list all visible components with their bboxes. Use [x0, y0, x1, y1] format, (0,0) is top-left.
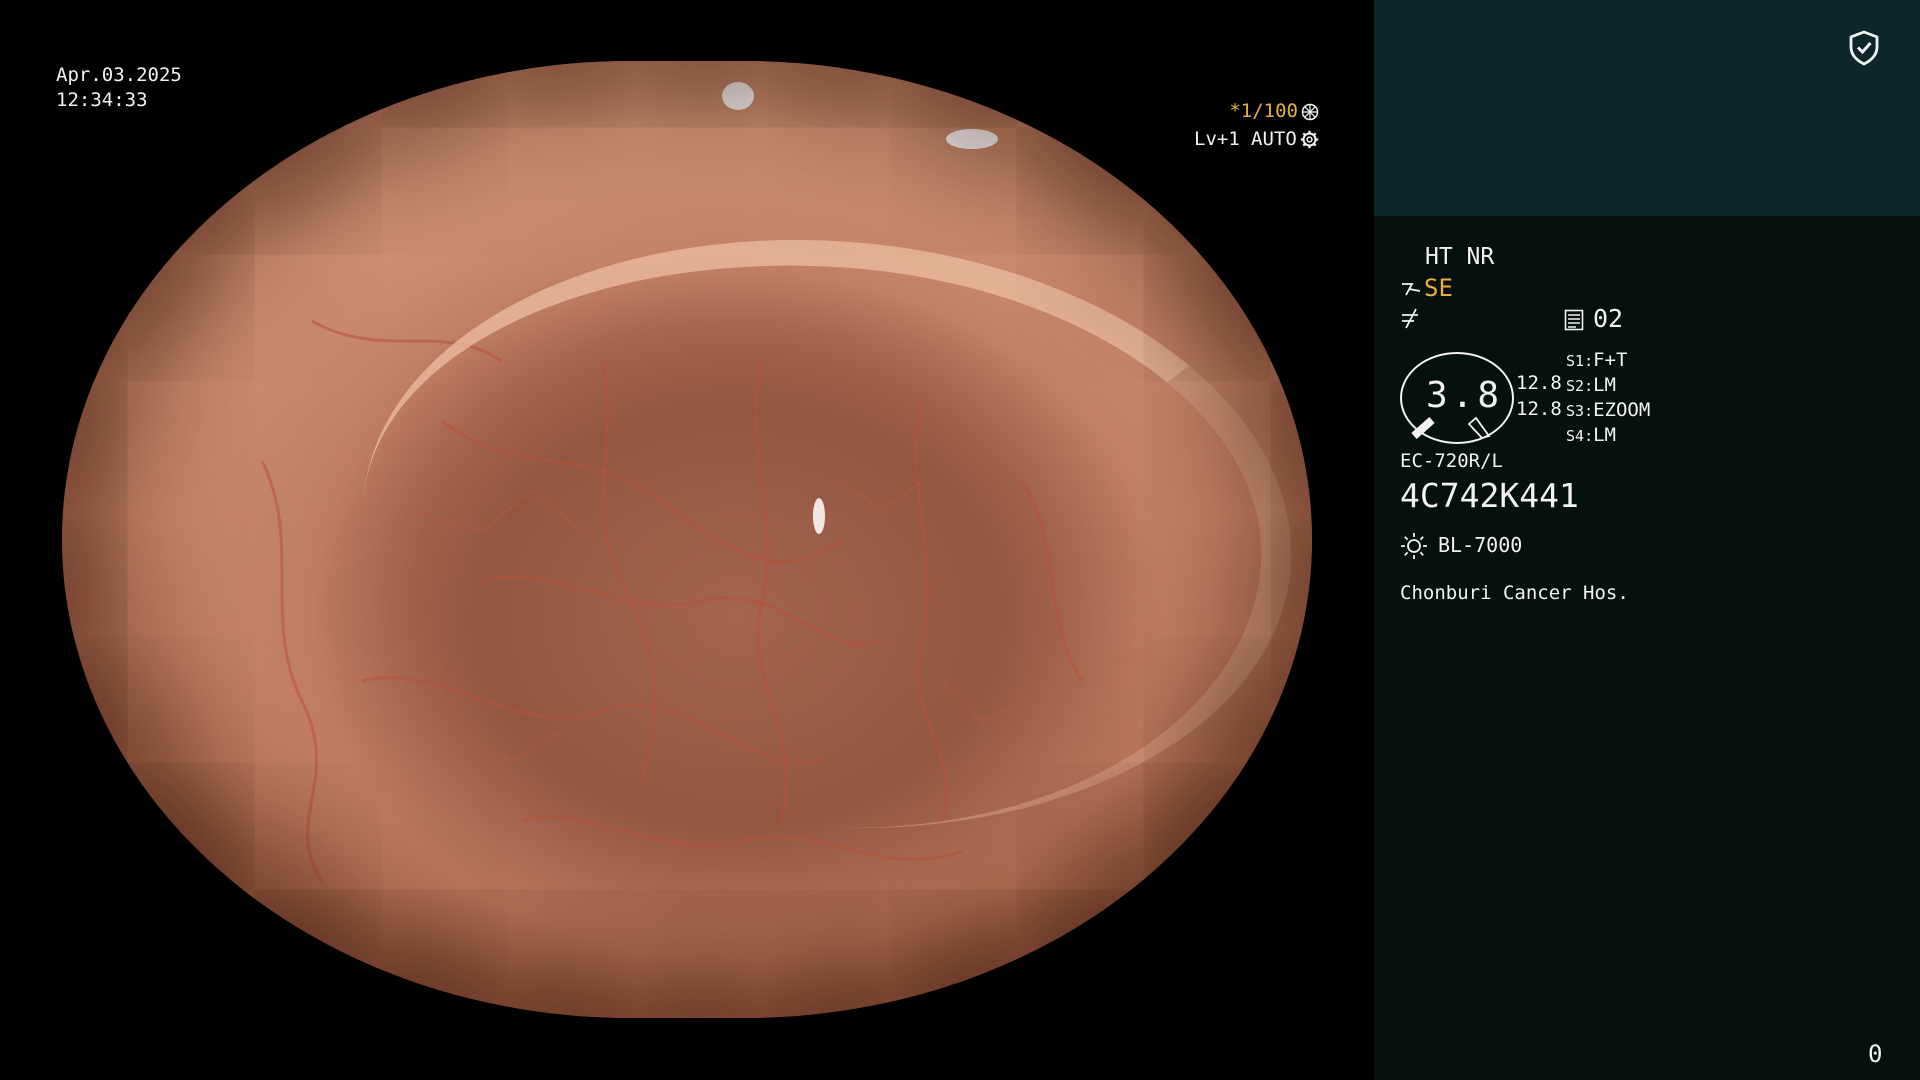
switch-key: S3 [1566, 402, 1585, 420]
switch-key: S4 [1566, 427, 1585, 445]
exam-time: 12:34:33 [56, 89, 148, 111]
switch-row-4: S4:LM [1566, 424, 1616, 446]
gear-icon [1300, 130, 1319, 149]
switch-key: S1 [1566, 352, 1585, 370]
switch-row-2: S2:LM [1566, 374, 1616, 396]
info-panel: HT NR SE 02 3.8 12.8 12.8 S1:F+T S2:LM S… [1374, 0, 1920, 1080]
ht-nr-label: HT NR [1425, 244, 1495, 270]
image-vignette [62, 61, 1312, 1018]
sun-icon [1401, 533, 1427, 559]
switch-row-3: S3:EZOOM [1566, 399, 1651, 421]
color-mode-icon [1402, 308, 1418, 329]
aperture-icon [1301, 103, 1319, 121]
switch-value: LM [1593, 424, 1616, 446]
switch-value: EZOOM [1593, 399, 1651, 421]
probe-icon [1411, 417, 1435, 439]
frame-counter: 0 [1868, 1040, 1883, 1068]
structure-enhancement: SE [1424, 274, 1453, 302]
scope-serial: 4C742K441 [1400, 476, 1579, 515]
endoscope-image [62, 61, 1312, 1018]
probe-outline-icon [1467, 416, 1491, 440]
info-panel-header [1374, 0, 1920, 216]
exam-date: Apr.03.2025 [56, 64, 182, 86]
shutter-speed-value: *1/100 [1229, 100, 1298, 122]
switch-key: S2 [1566, 377, 1585, 395]
score-left-2: 12.8 [1516, 398, 1562, 420]
exposure-mode: AUTO [1251, 128, 1297, 150]
shield-check-icon [1849, 30, 1879, 66]
enhancement-icon [1402, 283, 1421, 296]
memory-index: 02 [1593, 304, 1624, 333]
brightness-level: Lv+1 [1194, 128, 1240, 150]
list-icon [1564, 309, 1584, 331]
endoscope-view-area: Apr.03.2025 12:34:33 *1/100 Lv+1 AUTO [0, 0, 1374, 1080]
shutter-speed: *1/100 [1228, 99, 1298, 124]
switch-value: F+T [1593, 349, 1628, 371]
switch-value: LM [1593, 374, 1616, 396]
score-left-1: 12.8 [1516, 372, 1562, 394]
institution-name: Chonburi Cancer Hos. [1400, 582, 1629, 604]
scope-model: EC-720R/L [1400, 450, 1503, 472]
light-source: BL-7000 [1438, 533, 1523, 557]
score-value: 3.8 [1426, 375, 1504, 416]
switch-row-1: S1:F+T [1566, 349, 1628, 371]
